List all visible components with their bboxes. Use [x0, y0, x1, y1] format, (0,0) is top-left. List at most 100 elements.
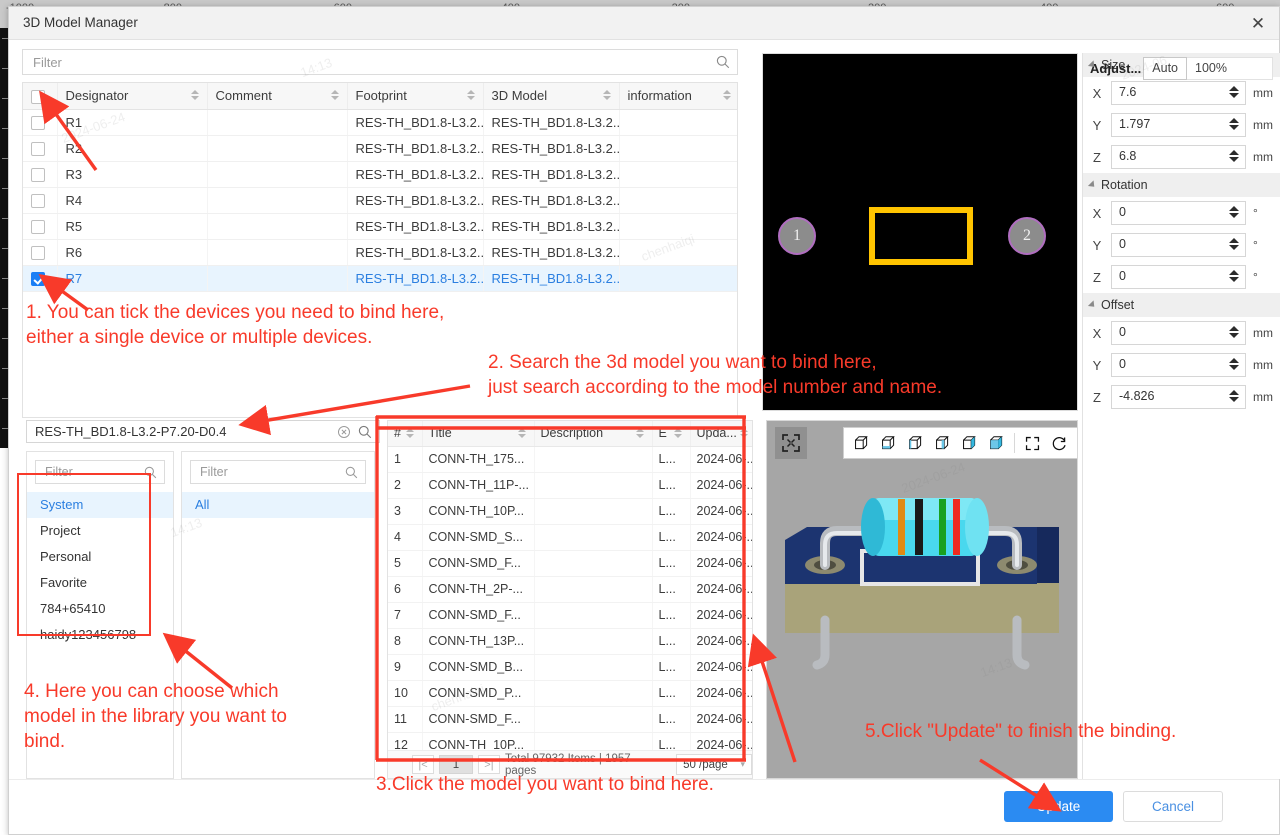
row-checkbox-cell[interactable]	[23, 239, 58, 266]
list-item[interactable]: 4 CONN-SMD_S... L... 2024-06-...	[388, 524, 752, 551]
view-back-icon[interactable]	[984, 430, 1009, 456]
row-checkbox[interactable]	[31, 271, 45, 286]
library-source-item[interactable]: Personal	[27, 544, 173, 570]
list-item[interactable]: 6 CONN-TH_2P-... L... 2024-06-...	[388, 576, 752, 603]
sort-icon[interactable]	[740, 428, 749, 440]
table-row[interactable]: R2 RES-TH_BD1.8-L3.2... RES-TH_BD1.8-L3.2.…	[23, 135, 737, 162]
library-source-item[interactable]: haidy123456798	[27, 622, 173, 648]
sort-icon[interactable]	[518, 428, 527, 440]
stepper-arrows-icon[interactable]	[1229, 270, 1239, 282]
list-item[interactable]: 10 CONN-SMD_P... L... 2024-06-...	[388, 680, 752, 707]
row-checkbox-cell[interactable]	[23, 265, 58, 292]
row-checkbox[interactable]	[31, 167, 45, 182]
spinner-input[interactable]: 0	[1111, 201, 1246, 225]
list-item[interactable]: 11 CONN-SMD_F... L... 2024-06-...	[388, 706, 752, 733]
spinner-input[interactable]: 1.797	[1111, 113, 1246, 137]
sort-icon[interactable]	[191, 90, 200, 102]
sort-icon[interactable]	[603, 90, 612, 102]
view-bottom-icon[interactable]	[876, 430, 901, 456]
scale-input[interactable]: 100%	[1187, 56, 1273, 80]
row-checkbox[interactable]	[31, 219, 45, 234]
row-checkbox-cell[interactable]	[23, 187, 58, 214]
list-item[interactable]: 9 CONN-SMD_B... L... 2024-06-...	[388, 654, 752, 681]
view-iso-icon[interactable]	[849, 430, 874, 456]
column-header-comment[interactable]: Comment	[207, 83, 348, 110]
list-item[interactable]: 8 CONN-TH_13P... L... 2024-06-...	[388, 628, 752, 655]
current-page-input[interactable]: 1	[438, 755, 473, 774]
list-item[interactable]: 5 CONN-SMD_F... L... 2024-06-...	[388, 550, 752, 577]
footprint-preview[interactable]: 1 2	[762, 53, 1078, 411]
row-checkbox[interactable]	[31, 115, 45, 130]
view-front-icon[interactable]	[957, 430, 982, 456]
library-source-item[interactable]: Favorite	[27, 570, 173, 596]
row-checkbox-cell[interactable]	[23, 161, 58, 188]
table-row[interactable]: R1 RES-TH_BD1.8-L3.2... RES-TH_BD1.8-L3.2.…	[23, 109, 737, 136]
row-checkbox[interactable]	[31, 193, 45, 208]
row-checkbox-cell[interactable]	[23, 109, 58, 136]
fit-to-screen-icon[interactable]	[775, 427, 807, 459]
sort-icon[interactable]	[723, 90, 732, 102]
spinner-input[interactable]: 0	[1111, 321, 1246, 345]
list-item[interactable]: 1 CONN-TH_175... L... 2024-06-...	[388, 446, 752, 473]
stepper-arrows-icon[interactable]	[1229, 150, 1239, 162]
column-header-description[interactable]: Description	[534, 421, 653, 447]
column-header-information[interactable]: information	[619, 83, 737, 110]
auto-button[interactable]: Auto	[1143, 56, 1187, 80]
stepper-arrows-icon[interactable]	[1229, 238, 1239, 250]
table-row[interactable]: R5 RES-TH_BD1.8-L3.2... RES-TH_BD1.8-L3.2.…	[23, 213, 737, 240]
page-size-select[interactable]: 50 /page ▾	[676, 754, 752, 775]
sort-icon[interactable]	[331, 90, 340, 102]
select-all-header[interactable]	[23, 83, 58, 110]
column-header-updated[interactable]: Upda...	[690, 421, 752, 447]
search-icon[interactable]	[345, 466, 358, 479]
sort-icon[interactable]	[406, 428, 415, 440]
library-category-item[interactable]: All	[182, 492, 374, 518]
stepper-arrows-icon[interactable]	[1229, 358, 1239, 370]
column-header-footprint[interactable]: Footprint	[347, 83, 484, 110]
update-button[interactable]: Update	[1004, 791, 1113, 822]
sort-icon[interactable]	[674, 428, 683, 440]
model-search-input[interactable]: RES-TH_BD1.8-L3.2-P7.20-D0.4	[26, 420, 380, 443]
column-header-title[interactable]: Title	[422, 421, 535, 447]
column-header-designator[interactable]: Designator	[57, 83, 208, 110]
library-source-item[interactable]: 784+65410	[27, 596, 173, 622]
column-header-index[interactable]: #	[388, 421, 423, 447]
column-header-e[interactable]: E	[652, 421, 691, 447]
row-checkbox-cell[interactable]	[23, 135, 58, 162]
list-item[interactable]: 3 CONN-TH_10P... L... 2024-06-...	[388, 498, 752, 525]
stepper-arrows-icon[interactable]	[1229, 326, 1239, 338]
sort-icon[interactable]	[467, 90, 476, 102]
view-left-icon[interactable]	[903, 430, 928, 456]
model-3d-viewer[interactable]	[766, 420, 1078, 779]
spinner-input[interactable]: -4.826	[1111, 385, 1246, 409]
stepper-arrows-icon[interactable]	[1229, 390, 1239, 402]
reset-rotation-icon[interactable]	[1047, 430, 1072, 456]
spinner-input[interactable]: 7.6	[1111, 81, 1246, 105]
column-header-3d-model[interactable]: 3D Model	[483, 83, 620, 110]
library-category-filter-input[interactable]: Filter	[190, 460, 366, 484]
first-page-icon[interactable]: |<	[412, 755, 434, 774]
clear-circle-icon[interactable]	[337, 425, 351, 439]
section-header-rotation[interactable]: Rotation	[1083, 173, 1280, 197]
search-icon[interactable]	[358, 425, 372, 439]
spinner-input[interactable]: 6.8	[1111, 145, 1246, 169]
row-checkbox[interactable]	[31, 141, 45, 156]
table-row[interactable]: R4 RES-TH_BD1.8-L3.2... RES-TH_BD1.8-L3.2.…	[23, 187, 737, 214]
view-right-icon[interactable]	[930, 430, 955, 456]
search-icon[interactable]	[716, 55, 730, 69]
library-source-filter-input[interactable]: Filter	[35, 460, 165, 484]
table-row[interactable]: R6 RES-TH_BD1.8-L3.2... RES-TH_BD1.8-L3.2.…	[23, 239, 737, 266]
section-header-offset[interactable]: Offset	[1083, 293, 1280, 317]
spinner-input[interactable]: 0	[1111, 233, 1246, 257]
table-row[interactable]: R7 RES-TH_BD1.8-L3.2... RES-TH_BD1.8-L3.2.…	[23, 265, 737, 292]
close-icon[interactable]: ✕	[1241, 10, 1275, 37]
list-item[interactable]: 2 CONN-TH_11P-... L... 2024-06-...	[388, 472, 752, 499]
library-source-item[interactable]: System	[27, 492, 173, 518]
row-checkbox-cell[interactable]	[23, 213, 58, 240]
fullscreen-icon[interactable]	[1020, 430, 1045, 456]
library-source-item[interactable]: Project	[27, 518, 173, 544]
next-page-icon[interactable]: >|	[477, 755, 500, 774]
stepper-arrows-icon[interactable]	[1229, 86, 1239, 98]
list-item[interactable]: 7 CONN-SMD_F... L... 2024-06-...	[388, 602, 752, 629]
table-row[interactable]: R3 RES-TH_BD1.8-L3.2... RES-TH_BD1.8-L3.2.…	[23, 161, 737, 188]
